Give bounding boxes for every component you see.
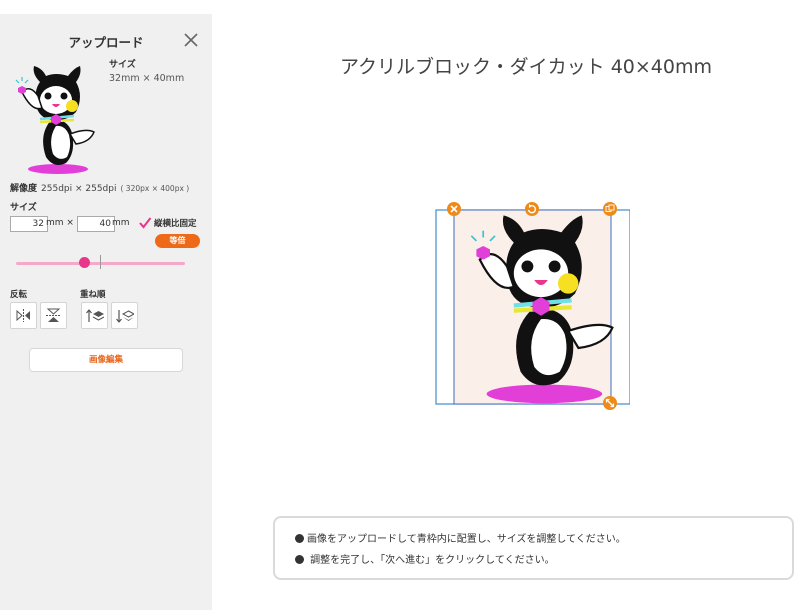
flip-horizontal-icon bbox=[16, 309, 30, 322]
uploaded-image-thumbnail bbox=[15, 66, 95, 174]
instruction-text-2: 調整を完了し、「次へ進む」をクリックしてください。 bbox=[307, 555, 555, 566]
instruction-text-1: 画像をアップロードして青枠内に配置し、サイズを調整してください。 bbox=[307, 534, 626, 545]
delete-handle-icon[interactable] bbox=[447, 202, 461, 216]
bullet-icon bbox=[295, 534, 304, 543]
resolution-pixels: ( 320px × 400px ) bbox=[120, 184, 190, 193]
flip-horizontal-button[interactable] bbox=[10, 302, 37, 329]
bring-forward-icon bbox=[85, 308, 104, 322]
copy-handle-icon[interactable] bbox=[603, 202, 617, 216]
flip-label: 反転 bbox=[10, 290, 28, 300]
image-size-value: 32mm × 40mm bbox=[109, 73, 185, 84]
instruction-box: 画像をアップロードして青枠内に配置し、サイズを調整してください。 調整を完了し、… bbox=[273, 516, 794, 580]
instruction-line-1: 画像をアップロードして青枠内に配置し、サイズを調整してください。 bbox=[295, 530, 626, 545]
scale-slider-thumb[interactable] bbox=[79, 257, 90, 268]
scale-slider-default-mark bbox=[100, 255, 101, 269]
send-backward-button[interactable] bbox=[111, 302, 138, 329]
resolution-info: 解像度 255dpi × 255dpi( 320px × 400px ) bbox=[10, 181, 189, 194]
aspect-lock-checkbox[interactable] bbox=[138, 216, 152, 230]
image-size-label: サイズ bbox=[109, 60, 136, 70]
bullet-icon bbox=[295, 555, 304, 564]
size-input-label: サイズ bbox=[10, 203, 37, 213]
resize-handle-icon[interactable] bbox=[603, 396, 617, 410]
flip-vertical-icon bbox=[46, 308, 61, 322]
width-unit: mm × bbox=[46, 218, 74, 228]
instruction-line-2: 調整を完了し、「次へ進む」をクリックしてください。 bbox=[295, 551, 555, 566]
resolution-value: 255dpi × 255dpi bbox=[41, 184, 117, 194]
layer-order-label: 重ね順 bbox=[80, 290, 106, 300]
product-title: アクリルブロック・ダイカット 40×40mm bbox=[340, 56, 713, 78]
rotate-handle-icon[interactable] bbox=[525, 202, 539, 216]
height-input[interactable]: 40 bbox=[77, 216, 115, 232]
aspect-lock-label: 縦横比固定 bbox=[154, 219, 197, 229]
design-canvas[interactable] bbox=[430, 200, 631, 410]
bring-forward-button[interactable] bbox=[81, 302, 108, 329]
close-icon[interactable] bbox=[180, 29, 202, 51]
send-backward-icon bbox=[115, 309, 134, 323]
actual-size-button[interactable]: 等倍 bbox=[155, 234, 200, 248]
upload-panel: アップロード サイズ 32mm × 40mm 解像度 255dpi × 255dp… bbox=[0, 14, 212, 610]
resolution-label: 解像度 bbox=[10, 184, 38, 194]
flip-vertical-button[interactable] bbox=[40, 302, 67, 329]
placed-image-editor[interactable] bbox=[430, 200, 631, 410]
width-input[interactable]: 32 bbox=[10, 216, 48, 232]
height-unit: mm bbox=[112, 218, 130, 228]
edit-image-button[interactable]: 画像編集 bbox=[29, 348, 183, 372]
